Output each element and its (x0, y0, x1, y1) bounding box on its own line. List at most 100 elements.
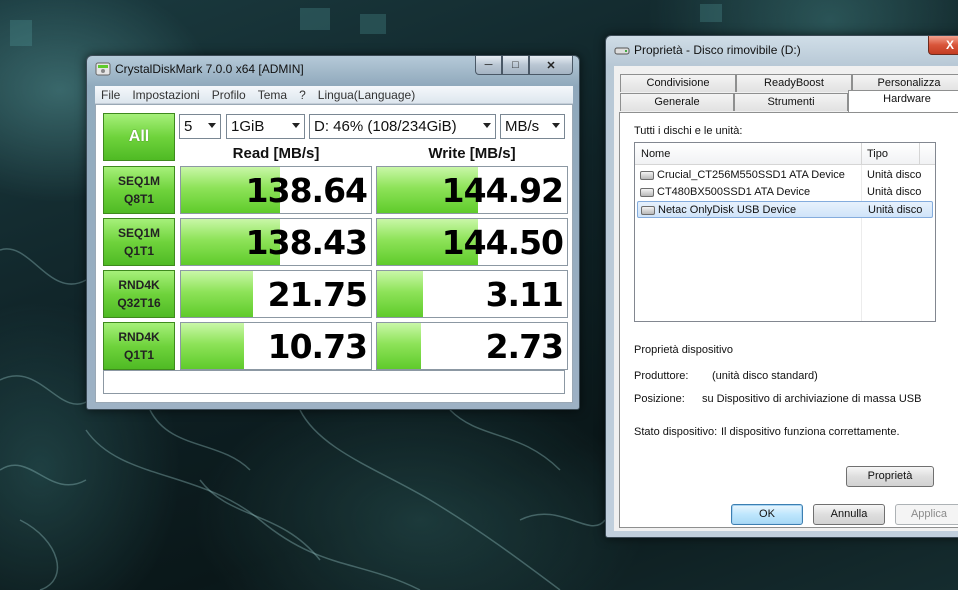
producer-value: (unità disco standard) (712, 370, 818, 382)
drive-select[interactable]: D: 46% (108/234GiB) (309, 114, 496, 139)
write-value: 3.11 (485, 275, 564, 314)
producer-label: Produttore: (634, 370, 689, 382)
status-value: Il dispositivo funziona correttamente. (721, 426, 900, 438)
tab-tools[interactable]: Strumenti (734, 93, 848, 111)
hardware-tab-panel: Tutti i dischi e le unità: Nome Tipo Cru… (619, 112, 958, 528)
all-disks-label: Tutti i dischi e le unità: (634, 125, 743, 137)
test-label-line1: RND4K (118, 278, 160, 292)
ok-button[interactable]: OK (731, 504, 803, 525)
device-properties-button[interactable]: Proprietà (846, 466, 934, 487)
test-label-line1: RND4K (118, 330, 160, 344)
minimize-button[interactable]: ─ (475, 56, 502, 75)
disk-properties-window: Proprietà - Disco rimovibile (D:) X Cond… (605, 35, 958, 538)
read-result-rnd4k-q1t1: 10.73 (180, 322, 372, 370)
run-all-button[interactable]: All (103, 113, 175, 161)
close-icon: ✕ (546, 59, 556, 72)
unit-select[interactable]: MB/s (500, 114, 565, 139)
caption-buttons: ─ □ ✕ (475, 56, 573, 75)
test-button-seq1m-q8t1[interactable]: SEQ1M Q8T1 (103, 166, 175, 214)
device-type: Unità disco (867, 186, 922, 198)
menu-bar: File Impostazioni Profilo Tema ? Lingua(… (95, 86, 573, 104)
removable-disk-icon (614, 47, 630, 55)
close-button[interactable]: ✕ (529, 56, 573, 75)
column-separator (861, 143, 862, 165)
read-value: 138.64 (245, 171, 368, 210)
test-label-line1: SEQ1M (117, 174, 160, 188)
device-name: CT480BX500SSD1 ATA Device (657, 186, 811, 198)
test-button-seq1m-q1t1[interactable]: SEQ1M Q1T1 (103, 218, 175, 266)
benchmark-panel: All 5 1GiB D: 46% (108/234GiB) MB/s Read… (95, 104, 573, 403)
apply-button[interactable]: Applica (895, 504, 958, 525)
read-value: 21.75 (267, 275, 368, 314)
device-properties-title: Proprietà dispositivo (634, 344, 734, 356)
status-label: Stato dispositivo: (634, 426, 718, 438)
list-item[interactable]: Crucial_CT256M550SSD1 ATA Device Unità d… (637, 167, 933, 184)
cancel-button[interactable]: Annulla (813, 504, 885, 525)
write-result-seq1m-q8t1: 144.92 (376, 166, 568, 214)
list-item[interactable]: CT480BX500SSD1 ATA Device Unità disco (637, 184, 933, 201)
write-value: 2.73 (485, 327, 564, 366)
tab-sharing[interactable]: Condivisione (620, 74, 736, 92)
test-size-select[interactable]: 1GiB (226, 114, 305, 139)
maximize-button[interactable]: □ (502, 56, 529, 75)
close-button[interactable]: X (928, 36, 958, 55)
menu-help[interactable]: ? (293, 88, 312, 102)
read-bar (181, 323, 244, 369)
read-value: 138.43 (245, 223, 368, 262)
tab-hardware[interactable]: Hardware (848, 90, 958, 112)
disk-drive-icon (640, 188, 654, 197)
comment-input[interactable] (103, 370, 565, 394)
test-label-line2: Q32T16 (117, 296, 161, 310)
write-result-rnd4k-q32t16: 3.11 (376, 270, 568, 318)
test-count-select[interactable]: 5 (179, 114, 221, 139)
close-icon: X (945, 38, 954, 52)
test-label-line2: Q1T1 (123, 244, 154, 258)
test-count-value: 5 (184, 118, 193, 135)
column-header-name[interactable]: Nome (641, 148, 670, 160)
write-result-rnd4k-q1t1: 2.73 (376, 322, 568, 370)
test-label-line2: Q1T1 (123, 348, 154, 362)
menu-settings[interactable]: Impostazioni (126, 88, 205, 102)
devices-list: Nome Tipo Crucial_CT256M550SSD1 ATA Devi… (634, 142, 936, 322)
crystaldiskmark-window: CrystalDiskMark 7.0.0 x64 [ADMIN] ─ □ ✕ … (86, 55, 580, 410)
test-label-line1: SEQ1M (117, 226, 160, 240)
chevron-down-icon (552, 123, 560, 128)
menu-file[interactable]: File (95, 88, 126, 102)
menu-language[interactable]: Lingua(Language) (312, 88, 421, 102)
device-name: Crucial_CT256M550SSD1 ATA Device (657, 169, 845, 181)
window-title: CrystalDiskMark 7.0.0 x64 [ADMIN] (115, 62, 304, 76)
read-result-seq1m-q1t1: 138.43 (180, 218, 372, 266)
column-header-type[interactable]: Tipo (867, 148, 888, 160)
device-properties-group: Proprietà dispositivo Produttore: (unità… (620, 335, 958, 527)
test-size-value: 1GiB (231, 118, 265, 135)
drive-value: D: 46% (108/234GiB) (314, 118, 457, 135)
column-separator (919, 143, 920, 165)
read-bar (181, 271, 254, 317)
chevron-down-icon (483, 123, 491, 128)
dialog-client: Condivisione ReadyBoost Personalizza Gen… (614, 66, 958, 531)
list-item-selected[interactable]: Netac OnlyDisk USB Device Unità disco (637, 201, 933, 218)
write-result-seq1m-q1t1: 144.50 (376, 218, 568, 266)
test-button-rnd4k-q1t1[interactable]: RND4K Q1T1 (103, 322, 175, 370)
usb-drive-icon (641, 206, 655, 215)
window-title: Proprietà - Disco rimovibile (D:) (634, 43, 801, 57)
write-bar (377, 271, 423, 317)
test-button-rnd4k-q32t16[interactable]: RND4K Q32T16 (103, 270, 175, 318)
crystaldiskmark-app-icon (95, 62, 111, 76)
write-value: 144.92 (441, 171, 564, 210)
read-header: Read [MB/s] (232, 145, 320, 162)
write-value: 144.50 (441, 223, 564, 262)
group-divider (619, 329, 958, 330)
menu-theme[interactable]: Tema (252, 88, 293, 102)
chevron-down-icon (208, 123, 216, 128)
device-name: Netac OnlyDisk USB Device (658, 204, 797, 216)
menu-profile[interactable]: Profilo (206, 88, 252, 102)
disk-drive-icon (640, 171, 654, 180)
read-result-rnd4k-q32t16: 21.75 (180, 270, 372, 318)
tab-general[interactable]: Generale (620, 93, 734, 111)
unit-value: MB/s (505, 118, 540, 135)
maximize-icon: □ (512, 59, 519, 71)
tab-readyboost[interactable]: ReadyBoost (736, 74, 852, 92)
write-bar (377, 323, 421, 369)
device-type: Unità disco (867, 169, 922, 181)
